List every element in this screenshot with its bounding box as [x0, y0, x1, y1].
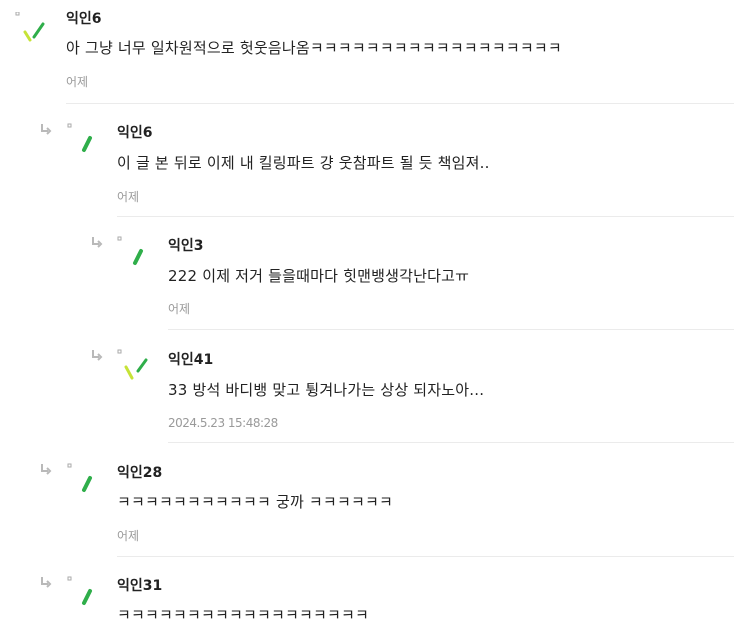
reply-item: 익인31 ㅋㅋㅋㅋㅋㅋㅋㅋㅋㅋㅋㅋㅋㅋㅋㅋㅋㅋ — [0, 566, 734, 640]
reply-author[interactable]: 익인28 — [117, 462, 162, 482]
reply-author[interactable]: 익인41 — [168, 349, 213, 369]
reply-item: 익인28 ㅋㅋㅋㅋㅋㅋㅋㅋㅋㅋㅋ 궁까 ㅋㅋㅋㅋㅋㅋ 어제 — [0, 452, 734, 556]
dash-avatar-icon — [67, 576, 92, 605]
reply-arrow-icon — [92, 350, 103, 361]
reply-arrow-icon — [41, 124, 52, 135]
reply-divider — [168, 329, 734, 330]
nested-reply-item: 익인3 222 이제 저거 들을때마다 힛맨뱅생각난다고ㅠ 어제 — [0, 226, 734, 328]
reply-time: 2024.5.23 15:48:28 — [168, 416, 278, 430]
dash-avatar-icon — [67, 123, 92, 152]
comment-text: 아 그냥 너무 일차원적으로 헛웃음나옴ㅋㅋㅋㅋㅋㅋㅋㅋㅋㅋㅋㅋㅋㅋㅋㅋㅋㅋ — [66, 39, 562, 57]
reply-arrow-icon — [92, 237, 103, 248]
reply-divider — [117, 556, 734, 557]
reply-text: 33 방석 바디뱅 맞고 튕겨나가는 상상 되자노아... — [168, 381, 485, 399]
tick-avatar-icon — [117, 349, 148, 380]
comment-time: 어제 — [66, 75, 89, 89]
reply-time: 어제 — [117, 190, 140, 204]
nested-reply-item: 익인41 33 방석 바디뱅 맞고 튕겨나가는 상상 되자노아... 2024.… — [0, 339, 734, 441]
reply-time: 어제 — [117, 529, 140, 543]
reply-author[interactable]: 익인6 — [117, 122, 153, 142]
reply-text: ㅋㅋㅋㅋㅋㅋㅋㅋㅋㅋㅋ 궁까 ㅋㅋㅋㅋㅋㅋ — [117, 493, 393, 511]
comment-author[interactable]: 익인6 — [66, 8, 102, 28]
reply-text: 222 이제 저거 들을때마다 힛맨뱅생각난다고ㅠ — [168, 267, 470, 285]
reply-arrow-icon — [41, 464, 52, 475]
tick-avatar-icon — [15, 12, 45, 42]
reply-time: 어제 — [168, 302, 191, 316]
reply-author[interactable]: 익인31 — [117, 575, 162, 595]
dash-avatar-icon — [117, 236, 143, 265]
reply-item: 익인6 이 글 본 뒤로 이제 내 킬링파트 걍 웃참파트 될 듯 책임져.. … — [0, 112, 734, 216]
reply-arrow-icon — [41, 577, 52, 588]
reply-text: ㅋㅋㅋㅋㅋㅋㅋㅋㅋㅋㅋㅋㅋㅋㅋㅋㅋㅋ — [117, 606, 370, 624]
reply-author[interactable]: 익인3 — [168, 235, 204, 255]
reply-divider — [168, 442, 734, 443]
comment-item: 익인6 아 그냥 너무 일차원적으로 헛웃음나옴ㅋㅋㅋㅋㅋㅋㅋㅋㅋㅋㅋㅋㅋㅋㅋㅋ… — [0, 0, 734, 104]
reply-text: 이 글 본 뒤로 이제 내 킬링파트 걍 웃참파트 될 듯 책임져.. — [117, 154, 490, 172]
reply-divider — [117, 216, 734, 217]
dash-avatar-icon — [67, 463, 92, 492]
comment-divider — [66, 103, 734, 104]
